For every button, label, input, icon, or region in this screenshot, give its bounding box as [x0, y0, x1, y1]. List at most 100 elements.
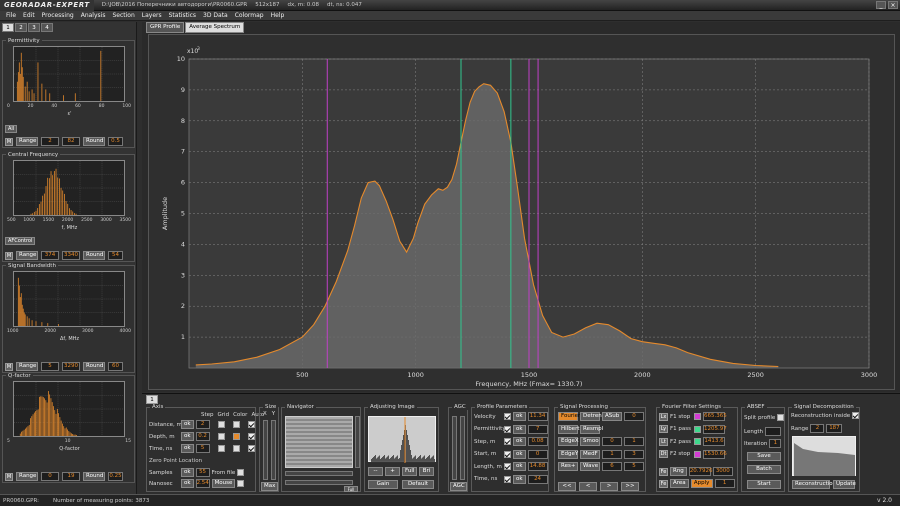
axis-step-value[interactable]: 2	[195, 420, 210, 429]
left-tab-4[interactable]: 4	[41, 23, 53, 32]
size-y-slider[interactable]	[271, 420, 276, 480]
signal-nav-button[interactable]: <<	[558, 482, 576, 491]
apply-button[interactable]: Apply	[690, 479, 713, 488]
samples-ok-button[interactable]: ok	[181, 468, 194, 477]
round-button[interactable]: Round	[83, 137, 105, 146]
menu-edit[interactable]: Edit	[23, 12, 35, 19]
profile-checkbox[interactable]	[504, 463, 511, 470]
agc-button[interactable]: AGC	[450, 482, 467, 491]
menu-colormap[interactable]: Colormap	[235, 12, 264, 19]
profile-ok-button[interactable]: ok	[513, 424, 526, 434]
signal-value[interactable]: 1	[624, 437, 644, 446]
area-button[interactable]: Area	[670, 479, 689, 488]
profile-value[interactable]: 0	[527, 449, 548, 459]
range-max[interactable]: 3340	[62, 251, 80, 260]
navigator-hscroll[interactable]	[285, 471, 353, 476]
range-max[interactable]: 3290	[62, 362, 80, 371]
mouse-checkbox[interactable]	[237, 480, 245, 487]
profile-ok-button[interactable]: ok	[513, 474, 526, 484]
nanosec-ok-button[interactable]: ok	[181, 479, 194, 488]
decomp-range-start[interactable]: 2	[810, 424, 825, 433]
profile-checkbox[interactable]	[504, 475, 511, 483]
m-button[interactable]: M	[5, 362, 13, 371]
axis-grid-checkbox[interactable]	[217, 421, 225, 428]
profile-checkbox[interactable]	[504, 425, 511, 433]
signal-button[interactable]: Detrend	[580, 412, 605, 421]
signal-value[interactable]: 6	[602, 462, 622, 471]
signal-button[interactable]: Smoo	[580, 437, 600, 446]
start-button[interactable]: Start	[747, 480, 781, 489]
round-value[interactable]: 0.25	[108, 472, 123, 481]
menu-processing[interactable]: Processing	[42, 12, 74, 19]
profile-ok-button[interactable]: ok	[513, 412, 526, 421]
signal-button[interactable]: Hilbert	[558, 424, 580, 434]
fourier-color-pink[interactable]	[694, 450, 701, 458]
range-button[interactable]: Range	[16, 137, 38, 146]
round-button[interactable]: Round	[83, 251, 105, 260]
axis-grid-checkbox[interactable]	[217, 433, 225, 440]
menu-analysis[interactable]: Analysis	[81, 12, 106, 19]
range-min[interactable]: 2	[41, 137, 59, 146]
gain-button[interactable]: Gain	[368, 480, 398, 489]
fourier-value[interactable]: 1205.97	[703, 424, 727, 434]
axis-step-value[interactable]: 5	[195, 444, 210, 453]
fourier-value[interactable]: 1530.66	[703, 449, 727, 459]
axis-color-swatch[interactable]	[232, 421, 240, 428]
range-max[interactable]: 82	[62, 137, 80, 146]
batch-button[interactable]: Batch	[747, 465, 781, 474]
profile-value[interactable]: 0.08	[527, 437, 548, 446]
round-value[interactable]: 54	[108, 251, 123, 260]
default-button[interactable]: Default	[402, 480, 434, 489]
signal-nav-button[interactable]: >	[600, 482, 618, 491]
signal-value[interactable]: 5	[624, 462, 644, 471]
signal-button[interactable]: Res+	[558, 462, 578, 471]
axis-step-value[interactable]: 0.2	[195, 432, 210, 441]
size-x-slider[interactable]	[263, 420, 268, 480]
axis-ok-button[interactable]: ok	[181, 444, 194, 453]
signal-button[interactable]: EdgeY	[558, 449, 578, 459]
navigator-full-button[interactable]: Full	[344, 486, 358, 492]
iteration-value[interactable]: 1	[769, 439, 782, 448]
profile-ok-button[interactable]: ok	[513, 449, 526, 459]
signal-button[interactable]: Wave	[580, 462, 600, 471]
axis-auto-checkbox[interactable]	[247, 421, 255, 428]
fourier-color-pink[interactable]	[694, 413, 701, 420]
range-min[interactable]: 0	[41, 472, 59, 481]
profile-ok-button[interactable]: ok	[513, 437, 526, 446]
axis-auto-checkbox[interactable]	[247, 445, 255, 452]
menu-layers[interactable]: Layers	[142, 12, 162, 19]
m-button[interactable]: M	[5, 472, 13, 481]
size-max-button[interactable]: Max	[261, 482, 278, 491]
left-tab-1[interactable]: 1	[2, 23, 14, 32]
signal-nav-button[interactable]: <	[579, 482, 597, 491]
rng-button[interactable]: Rng	[670, 467, 687, 476]
nanosec-value[interactable]: 2.54	[195, 479, 210, 488]
signal-button[interactable]: ASub	[602, 412, 622, 421]
signal-button[interactable]: Resmpl	[580, 424, 603, 434]
profile-ok-button[interactable]: ok	[513, 462, 526, 471]
menu-help[interactable]: Help	[271, 12, 285, 19]
save-button[interactable]: Save	[747, 452, 781, 461]
bottom-tab-1[interactable]: 1	[146, 395, 158, 404]
reconstruction-button[interactable]: Reconstruction	[792, 480, 836, 489]
range-min[interactable]: 374	[41, 251, 59, 260]
left-tab-2[interactable]: 2	[15, 23, 27, 32]
menu-3d-data[interactable]: 3D Data	[203, 12, 228, 19]
signal-button[interactable]: MedF	[580, 449, 600, 459]
signal-button[interactable]: EdgeX	[558, 437, 579, 446]
m-button[interactable]: M	[5, 251, 13, 260]
range-button[interactable]: Range	[16, 251, 38, 260]
menu-file[interactable]: File	[6, 12, 16, 19]
fourier-color-green[interactable]	[694, 425, 701, 433]
fourier-color-green[interactable]	[694, 438, 701, 445]
profile-value[interactable]: 7	[527, 424, 548, 434]
panel-extra-button[interactable]: AFControl	[5, 237, 36, 245]
profile-value[interactable]: 11.34	[527, 412, 548, 421]
length-value[interactable]	[764, 427, 781, 436]
menu-statistics[interactable]: Statistics	[169, 12, 196, 19]
fourier-value[interactable]: 665.365	[703, 412, 727, 421]
adjust-minus-button[interactable]: --	[368, 467, 383, 476]
minimize-icon[interactable]: _	[876, 1, 886, 9]
adjust-bri-button[interactable]: Bri	[419, 467, 434, 476]
signal-value[interactable]: 0	[624, 412, 644, 421]
